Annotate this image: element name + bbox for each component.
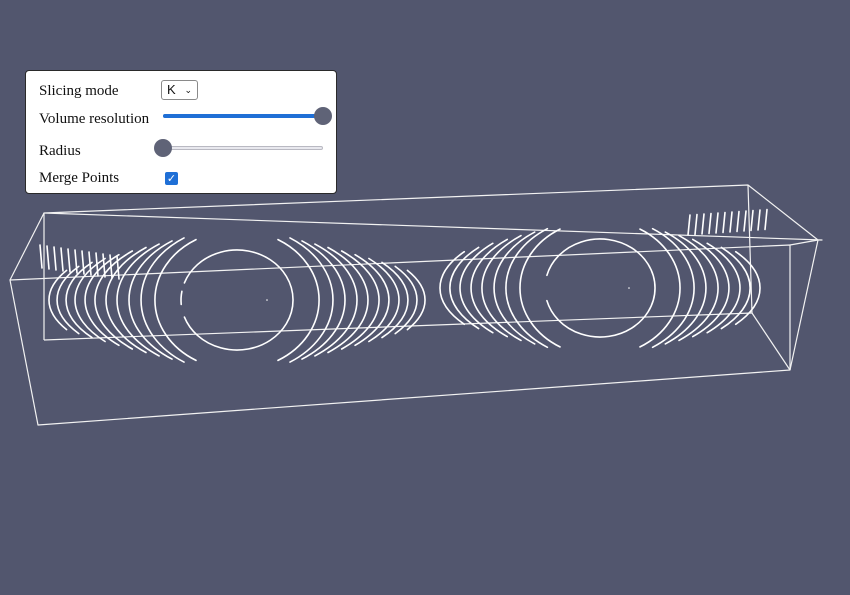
contour-arc-5 — [289, 237, 334, 363]
contour-arc-4 — [154, 238, 197, 362]
radius-slider[interactable] — [154, 138, 323, 158]
contour-tick-left-2 — [53, 246, 57, 271]
contour-tick-right-11 — [764, 208, 768, 231]
contour-tick-right-1 — [694, 213, 698, 236]
contour-arc-13 — [340, 250, 380, 350]
contour-arc-10 — [116, 243, 160, 357]
radius-thumb[interactable] — [154, 139, 172, 157]
contour-arc-7 — [301, 240, 346, 360]
bounding-box-edge-top-left — [9, 212, 45, 281]
bounding-box-edge-right-depth — [789, 239, 819, 371]
bounding-box-edge-back-bottom — [43, 312, 753, 341]
checkmark-icon: ✓ — [166, 172, 177, 185]
slicing-mode-label: Slicing mode — [39, 83, 119, 99]
contour-arc-9 — [314, 243, 358, 357]
contour-arc-14 — [94, 250, 134, 350]
slicing-mode-value: K — [167, 82, 176, 97]
bounding-box-edge-bottom-right — [751, 312, 791, 371]
radius-track — [163, 146, 323, 150]
contour-arc-3 — [277, 238, 320, 362]
contour-tick-left-3 — [60, 247, 64, 272]
contour-tick-right-3 — [708, 212, 712, 235]
contour-arc-2 — [180, 290, 183, 306]
contour-arc-28 — [519, 228, 561, 348]
contour-tick-right-2 — [701, 213, 705, 235]
bounding-box-edge-top-right — [789, 239, 819, 246]
contour-arc-15 — [354, 253, 390, 347]
contour-tick-right-5 — [722, 211, 726, 234]
contour-tick-right-0 — [687, 214, 691, 236]
contour-arc-6 — [140, 237, 185, 363]
contour-arc-29 — [651, 227, 695, 349]
contour-tick-right-9 — [750, 209, 754, 232]
controls-panel: Slicing mode K ⌄ Volume resolution Radiu… — [25, 70, 337, 194]
contour-arc-8 — [128, 240, 173, 360]
contour-tick-left-0 — [39, 244, 43, 269]
contour-tick-left-1 — [46, 245, 50, 270]
contour-tick-left-4 — [67, 248, 71, 273]
merge-points-label: Merge Points — [39, 170, 120, 186]
contour-tick-right-7 — [736, 210, 740, 233]
contour-arc-30 — [505, 227, 549, 349]
volume-resolution-label: Volume resolution — [39, 111, 150, 127]
contour-tick-right-6 — [729, 211, 733, 233]
chevron-down-icon: ⌄ — [184, 85, 192, 95]
contour-tick-right-4 — [715, 212, 719, 234]
radius-label: Radius — [39, 143, 81, 159]
render-viewport[interactable]: Slicing mode K ⌄ Volume resolution Radiu… — [0, 0, 850, 590]
volume-resolution-fill — [163, 114, 323, 118]
contour-arc-17 — [368, 257, 400, 343]
contour-tick-left-9 — [102, 253, 106, 278]
slicing-mode-select[interactable]: K ⌄ — [161, 80, 198, 100]
contour-tick-right-10 — [757, 209, 761, 231]
contour-arc-27 — [639, 228, 681, 348]
contour-arc-35 — [692, 238, 730, 338]
contour-arc-33 — [678, 234, 719, 342]
volume-resolution-thumb[interactable] — [314, 107, 332, 125]
merge-points-checkbox[interactable]: ✓ — [165, 172, 178, 185]
volume-resolution-slider[interactable] — [163, 106, 332, 126]
contour-arc-1 — [183, 249, 294, 351]
contour-arc-11 — [327, 246, 369, 354]
contour-arc-34 — [481, 234, 522, 342]
contour-tick-right-8 — [743, 210, 747, 232]
contour-arc-32 — [493, 231, 536, 345]
